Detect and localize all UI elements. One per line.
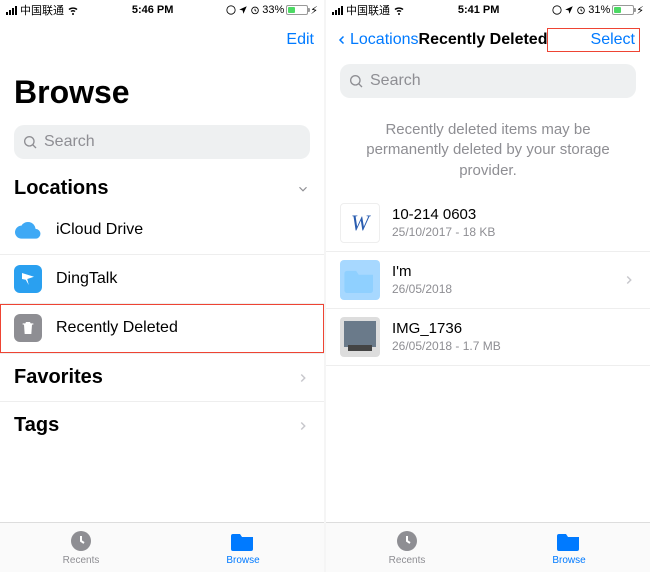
word-doc-icon: W: [340, 203, 380, 243]
phone-right: 中国联通 5:41 PM 31% ⚡︎ Locations Recently D…: [326, 0, 650, 572]
clock-icon: [69, 529, 93, 553]
tab-recents-label: Recents: [389, 555, 426, 566]
do-not-disturb-icon: [552, 5, 562, 15]
chevron-right-icon: [622, 273, 636, 287]
tab-recents[interactable]: Recents: [0, 523, 162, 572]
nav-bar: Locations Recently Deleted Select: [326, 20, 650, 60]
select-button[interactable]: Select: [547, 28, 640, 52]
status-bar: 中国联通 5:41 PM 31% ⚡︎: [326, 0, 650, 20]
location-icon: [564, 5, 574, 15]
battery-percent: 33%: [262, 4, 284, 16]
chevron-left-icon: [336, 31, 348, 49]
dingtalk-icon: [14, 265, 42, 293]
wifi-icon: [393, 4, 405, 16]
charging-icon: ⚡︎: [636, 4, 644, 17]
tab-browse-label: Browse: [226, 555, 259, 566]
battery-percent: 31%: [588, 4, 610, 16]
favorites-header[interactable]: Favorites: [0, 353, 324, 401]
tab-recents-label: Recents: [63, 555, 100, 566]
search-placeholder: Search: [44, 133, 95, 151]
locations-header[interactable]: Locations: [0, 171, 324, 206]
file-name: I'm: [392, 263, 622, 280]
charging-icon: ⚡︎: [310, 4, 318, 17]
search-input[interactable]: Search: [14, 125, 310, 159]
locations-label: Locations: [14, 177, 108, 200]
search-icon: [22, 134, 38, 150]
back-button[interactable]: Locations: [336, 31, 419, 49]
file-meta: 25/10/2017 - 18 KB: [392, 225, 636, 239]
tab-recents[interactable]: Recents: [326, 523, 488, 572]
back-label: Locations: [350, 31, 419, 49]
edit-button[interactable]: Edit: [219, 31, 314, 49]
info-text: Recently deleted items may be permanentl…: [326, 110, 650, 195]
file-row-word[interactable]: W 10-214 0603 25/10/2017 - 18 KB: [326, 195, 650, 252]
location-recently-deleted[interactable]: Recently Deleted: [0, 304, 324, 353]
location-icloud[interactable]: iCloud Drive: [0, 206, 324, 255]
tab-browse-label: Browse: [552, 555, 585, 566]
file-meta: 26/05/2018: [392, 282, 622, 296]
dingtalk-label: DingTalk: [56, 270, 310, 288]
favorites-label: Favorites: [14, 366, 103, 389]
tags-label: Tags: [14, 414, 59, 437]
tab-bar: Recents Browse: [0, 522, 324, 572]
clock: 5:41 PM: [405, 4, 552, 16]
location-dingtalk[interactable]: DingTalk: [0, 255, 324, 304]
tab-browse[interactable]: Browse: [162, 523, 324, 572]
icloud-icon: [14, 216, 42, 244]
carrier-label: 中国联通: [346, 2, 390, 18]
signal-icon: [6, 6, 17, 15]
folder-icon: [340, 260, 380, 300]
alarm-icon: [250, 5, 260, 15]
page-title: Browse: [0, 60, 324, 121]
chevron-right-icon: [296, 371, 310, 385]
signal-icon: [332, 6, 343, 15]
tab-browse[interactable]: Browse: [488, 523, 650, 572]
page-title: Recently Deleted: [419, 31, 548, 49]
icloud-label: iCloud Drive: [56, 221, 310, 239]
status-bar: 中国联通 5:46 PM 33% ⚡︎: [0, 0, 324, 20]
search-icon: [348, 73, 364, 89]
file-row-folder[interactable]: I'm 26/05/2018: [326, 252, 650, 309]
clock-icon: [395, 529, 419, 553]
location-icon: [238, 5, 248, 15]
chevron-right-icon: [296, 419, 310, 433]
nav-bar: Edit: [0, 20, 324, 60]
folder-icon: [231, 529, 255, 553]
chevron-down-icon: [296, 182, 310, 196]
file-name: IMG_1736: [392, 320, 636, 337]
search-input[interactable]: Search: [340, 64, 636, 98]
battery-icon: [612, 5, 634, 15]
recently-deleted-label: Recently Deleted: [56, 319, 310, 337]
wifi-icon: [67, 4, 79, 16]
battery-icon: [286, 5, 308, 15]
tab-bar: Recents Browse: [326, 522, 650, 572]
search-placeholder: Search: [370, 72, 421, 90]
tags-header[interactable]: Tags: [0, 401, 324, 449]
file-row-image[interactable]: IMG_1736 26/05/2018 - 1.7 MB: [326, 309, 650, 366]
do-not-disturb-icon: [226, 5, 236, 15]
file-meta: 26/05/2018 - 1.7 MB: [392, 339, 636, 353]
carrier-label: 中国联通: [20, 2, 64, 18]
clock: 5:46 PM: [79, 4, 226, 16]
trash-icon: [14, 314, 42, 342]
folder-icon: [557, 529, 581, 553]
photo-thumbnail-icon: [340, 317, 380, 357]
phone-left: 中国联通 5:46 PM 33% ⚡︎ Edit Browse Search L…: [0, 0, 324, 572]
alarm-icon: [576, 5, 586, 15]
file-name: 10-214 0603: [392, 206, 636, 223]
